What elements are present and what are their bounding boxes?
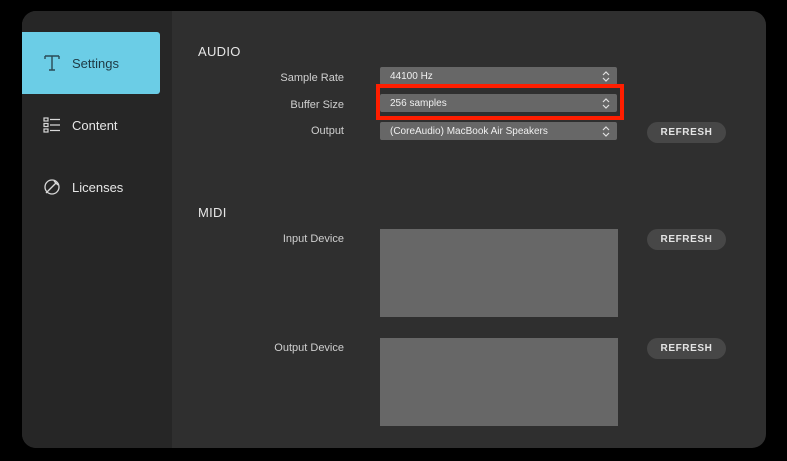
output-value: (CoreAudio) MacBook Air Speakers	[390, 125, 548, 137]
midi-input-device-list[interactable]	[380, 229, 618, 317]
sidebar-item-licenses[interactable]: Licenses	[22, 156, 160, 218]
sidebar-item-settings[interactable]: Settings	[22, 32, 160, 94]
tuning-fork-icon	[41, 52, 63, 74]
sidebar-item-label: Licenses	[72, 179, 124, 195]
midi-output-device-label: Output Device	[274, 342, 344, 354]
list-icon	[41, 114, 63, 136]
sample-rate-select[interactable]: 44100 Hz	[380, 67, 617, 85]
buffer-size-highlight-box	[376, 84, 624, 120]
sidebar: Settings Content Licenses	[22, 11, 172, 448]
buffer-size-label: Buffer Size	[290, 99, 344, 111]
audio-section-title: AUDIO	[198, 44, 241, 59]
output-select[interactable]: (CoreAudio) MacBook Air Speakers	[380, 122, 617, 140]
settings-panel: AUDIO Sample Rate 44100 Hz Buffer Size 2…	[172, 11, 766, 448]
license-icon	[41, 176, 63, 198]
sidebar-item-label: Settings	[72, 55, 119, 71]
audio-output-refresh-button[interactable]: REFRESH	[647, 122, 726, 143]
output-label: Output	[310, 125, 344, 137]
midi-input-refresh-button[interactable]: REFRESH	[647, 229, 726, 250]
sidebar-item-label: Content	[72, 117, 118, 133]
midi-section-title: MIDI	[198, 205, 227, 220]
midi-output-device-list[interactable]	[380, 338, 618, 426]
midi-input-device-label: Input Device	[282, 233, 344, 245]
settings-window: Settings Content Licenses AUDIO Sample R…	[22, 11, 766, 448]
sample-rate-label: Sample Rate	[280, 72, 344, 84]
chevron-updown-icon	[599, 125, 613, 137]
chevron-updown-icon	[599, 70, 613, 82]
sample-rate-value: 44100 Hz	[390, 70, 433, 82]
midi-output-refresh-button[interactable]: REFRESH	[647, 338, 726, 359]
sidebar-item-content[interactable]: Content	[22, 94, 160, 156]
